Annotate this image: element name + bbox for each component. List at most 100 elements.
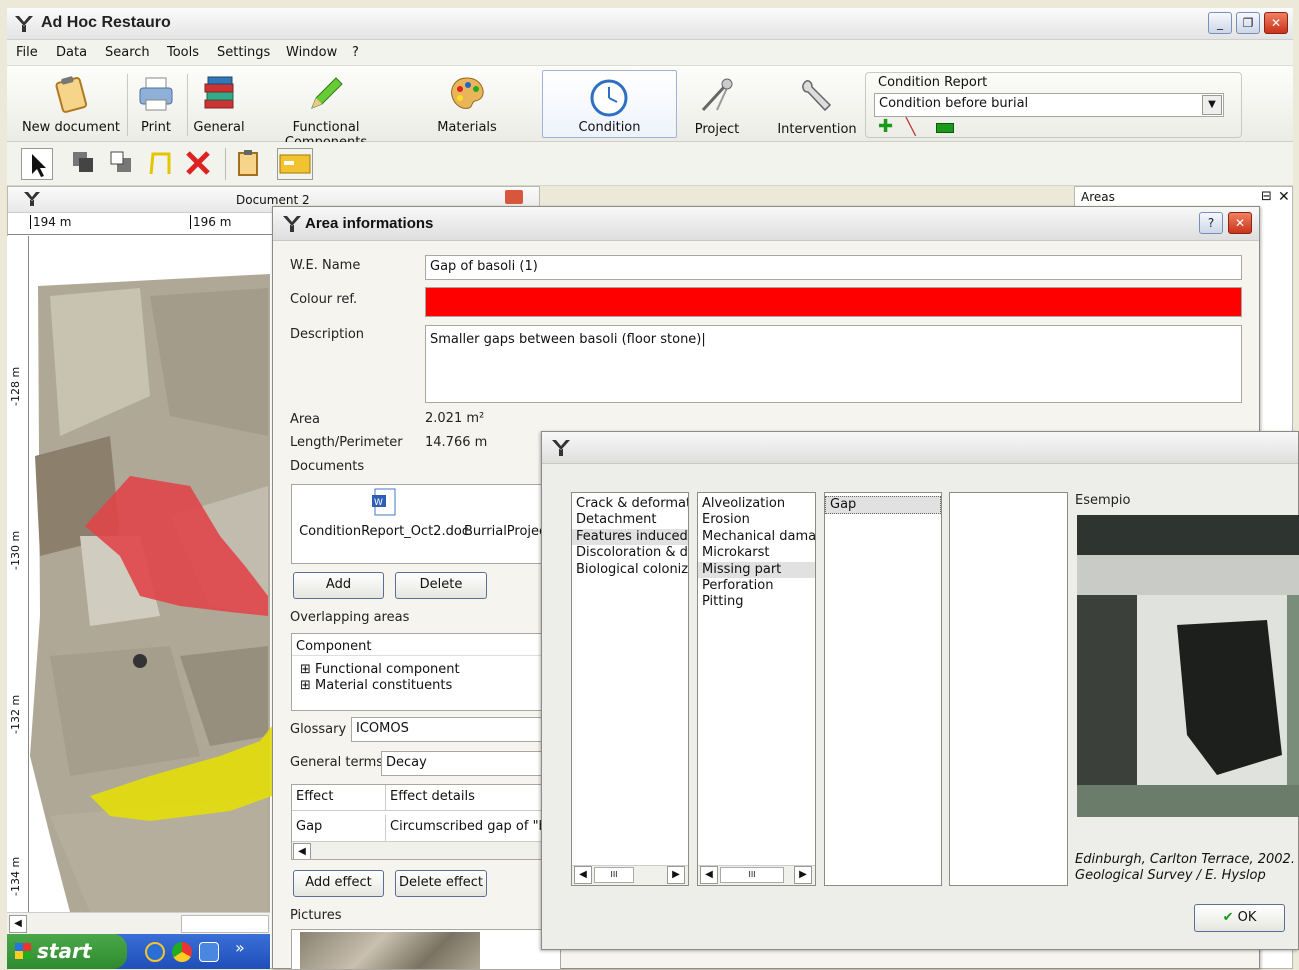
materials-button[interactable]: Materials (432, 74, 502, 135)
restore-button[interactable]: ❐ (1236, 12, 1260, 34)
description-textarea[interactable]: Smaller gaps between basoli (floor stone… (425, 325, 1242, 403)
add-icon[interactable]: ✚ (878, 118, 893, 136)
paste-tool-button[interactable] (233, 148, 265, 180)
delete-document-button[interactable]: Delete (395, 572, 487, 599)
colour-ref-swatch[interactable] (425, 287, 1242, 317)
list-item[interactable]: Perforation (698, 578, 815, 594)
component-header: Component (292, 634, 560, 656)
we-name-input[interactable]: Gap of basoli (1) (425, 255, 1242, 280)
menu-settings[interactable]: Settings (217, 45, 270, 60)
add-document-button[interactable]: Add (293, 572, 384, 599)
functional-components-button[interactable]: Functional Components (253, 74, 399, 150)
scroll-right-icon[interactable]: ▶ (667, 866, 685, 884)
close-button[interactable]: ✕ (1264, 12, 1288, 34)
menu-search[interactable]: Search (105, 45, 150, 60)
tree-item[interactable]: ⊞ Material constituents (300, 678, 452, 693)
list-item[interactable]: Pitting (698, 594, 815, 610)
menu-file[interactable]: File (16, 45, 38, 60)
scroll-left-icon[interactable]: ◀ (700, 866, 718, 884)
document-hscroll[interactable]: ◀ (7, 912, 270, 934)
scroll-left-icon[interactable]: ◀ (574, 866, 592, 884)
add-effect-button[interactable]: Add effect (293, 870, 384, 897)
glossary-select[interactable]: ICOMOS (351, 717, 561, 742)
list-item[interactable]: Mechanical damag (698, 529, 815, 545)
new-document-button[interactable]: New document (21, 74, 121, 135)
chevron-down-icon[interactable]: ▼ (1202, 95, 1222, 115)
picture-thumbnail[interactable] (300, 932, 480, 969)
condition-report-select[interactable]: Condition before burial ▼ (874, 93, 1224, 117)
scroll-thumb[interactable] (181, 915, 269, 933)
scroll-thumb[interactable]: III (720, 867, 784, 883)
pin-icon[interactable]: ⊟ (1261, 189, 1272, 204)
drawing-toolbar (7, 142, 1293, 186)
quicklaunch-icon[interactable] (199, 942, 219, 962)
category-hscroll[interactable]: ◀ III ▶ (572, 865, 688, 885)
polyline-tool-button[interactable] (145, 148, 177, 180)
scroll-left-icon[interactable]: ◀ (293, 843, 311, 859)
checkmark-icon: ✔ (1222, 910, 1234, 925)
send-back-button[interactable] (107, 148, 139, 180)
list-item[interactable]: Crack & deformati (572, 496, 688, 512)
effects-hscroll[interactable]: ◀ (292, 841, 560, 859)
image-tool-button[interactable] (277, 148, 313, 180)
project-button[interactable]: Project (687, 76, 747, 137)
more-icon[interactable]: » (235, 938, 245, 957)
overlapping-areas-label: Overlapping areas (290, 610, 410, 625)
list-item[interactable]: Microkarst (698, 545, 815, 561)
start-button[interactable]: start (7, 934, 127, 969)
pictures-label: Pictures (290, 908, 342, 923)
menu-data[interactable]: Data (56, 45, 87, 60)
compass-icon (701, 78, 733, 112)
browser-chrome-icon[interactable] (172, 942, 192, 962)
help-button[interactable]: ? (1199, 212, 1223, 234)
list-item[interactable]: Biological colonizat (572, 562, 688, 578)
general-terms-select[interactable]: Decay (381, 751, 561, 776)
svg-text:W: W (374, 498, 383, 508)
list-item[interactable]: Detachment (572, 512, 688, 528)
list-item[interactable]: Gap (825, 496, 941, 515)
document-filename: ConditionReport_Oct2.doc (299, 524, 469, 539)
bring-front-button[interactable] (69, 148, 101, 180)
brush-icon[interactable]: ╲ (906, 119, 916, 135)
taskbar: start » (7, 934, 270, 969)
description-text: Smaller gaps between basoli (floor stone… (430, 332, 702, 347)
remove-icon[interactable] (936, 123, 954, 133)
tree-item[interactable]: ⊞ Functional component (300, 662, 460, 677)
clipboard-paste-icon (238, 150, 258, 176)
intervention-button[interactable]: Intervention (775, 76, 859, 137)
list-item[interactable]: Discoloration & de (572, 545, 688, 561)
effects-grid: Effect Effect details Gap Circumscribed … (291, 784, 561, 860)
list-item[interactable]: Erosion (698, 512, 815, 528)
delete-effect-button[interactable]: Delete effect (395, 870, 487, 897)
ribbon: New document Print General Functional Co… (7, 66, 1293, 150)
ok-button[interactable]: ✔ OK (1194, 904, 1285, 932)
effect-details-cell[interactable]: Circumscribed gap of "ba (386, 815, 560, 841)
print-button[interactable]: Print (131, 74, 181, 135)
document-close-icon[interactable] (505, 190, 523, 204)
list-item[interactable]: Alveolization (698, 496, 815, 512)
minimize-button[interactable]: _ (1208, 12, 1232, 34)
area-value: 2.021 m² (425, 411, 485, 426)
scroll-left-icon[interactable]: ◀ (9, 915, 27, 933)
menu-window[interactable]: Window (286, 45, 337, 60)
document-item[interactable]: W ConditionReport_Oct2.doc (296, 485, 472, 539)
general-button[interactable]: General (191, 74, 247, 135)
list-item[interactable]: Features induced l (572, 528, 688, 546)
scroll-right-icon[interactable]: ▶ (794, 866, 812, 884)
list-item[interactable]: Missing part (698, 561, 815, 579)
scroll-thumb[interactable]: III (594, 867, 634, 883)
ribbon-divider (127, 74, 128, 136)
menu-tools[interactable]: Tools (167, 45, 199, 60)
dialog-close-button[interactable]: ✕ (1228, 212, 1252, 234)
delete-tool-button[interactable] (183, 148, 215, 180)
menu-help[interactable]: ? (352, 45, 359, 60)
expand-icon[interactable]: ⊞ (300, 678, 311, 693)
browser-ie-icon[interactable] (145, 942, 165, 962)
expand-icon[interactable]: ⊞ (300, 662, 311, 677)
subcategory-hscroll[interactable]: ◀ III ▶ (698, 865, 815, 885)
condition-button[interactable]: Condition (542, 70, 677, 138)
pointer-tool-button[interactable] (21, 148, 53, 180)
effect-cell[interactable]: Gap (292, 815, 386, 841)
tree-item-label: Material constituents (315, 678, 453, 693)
panel-close-icon[interactable]: ✕ (1278, 189, 1290, 205)
